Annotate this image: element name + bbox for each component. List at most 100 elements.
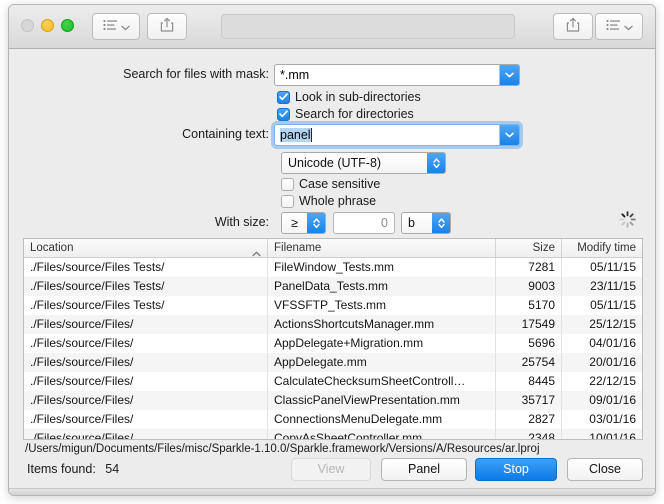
column-header-location[interactable]: Location	[24, 239, 268, 257]
search-for-directories-checkbox[interactable]	[277, 107, 290, 121]
cell-filename: AppDelegate+Migration.mm	[268, 334, 496, 353]
table-body: ./Files/source/Files Tests/FileWindow_Te…	[24, 258, 642, 440]
panel-button[interactable]: Panel	[381, 458, 467, 481]
table-row[interactable]: ./Files/source/Files/ConnectionsMenuDele…	[24, 410, 642, 429]
cell-location: ./Files/source/Files/	[24, 315, 268, 334]
cell-location: ./Files/source/Files Tests/	[24, 258, 268, 277]
case-sensitive-checkbox[interactable]	[281, 177, 294, 191]
cell-modify-time: 25/12/15	[589, 317, 636, 331]
table-row[interactable]: ./Files/source/Files Tests/PanelData_Tes…	[24, 277, 642, 296]
mask-dropdown-button[interactable]	[499, 65, 519, 85]
table-header-row: Location Filename Size Modify time	[24, 239, 642, 258]
containing-text-selection: panel	[280, 128, 312, 142]
cell-filename: ConnectionsMenuDelegate.mm	[268, 410, 496, 429]
size-unit-stepper-arrows[interactable]	[432, 213, 450, 233]
column-header-location-label: Location	[30, 242, 74, 254]
cell-location: ./Files/source/Files/	[24, 410, 268, 429]
search-criteria-form: Search for files with mask: *.mm Look in…	[9, 49, 655, 239]
size-comparator-value: ≥	[291, 216, 298, 230]
toolbar-share-left-button[interactable]	[147, 13, 187, 40]
cell-size: 17549	[496, 315, 562, 334]
window-resize-grip[interactable]	[9, 488, 655, 495]
case-sensitive-label: Case sensitive	[299, 177, 381, 191]
size-comparator-stepper-arrows[interactable]	[307, 213, 325, 233]
containing-text-label: Containing text:	[182, 127, 269, 141]
chevron-up-down-icon	[312, 218, 320, 229]
stop-button[interactable]: Stop	[475, 458, 557, 481]
toolbar-search-field[interactable]	[221, 14, 515, 39]
cell-modify-time: 03/01/16	[589, 412, 636, 426]
look-in-subdirectories-checkbox[interactable]	[277, 90, 290, 104]
table-row[interactable]: ./Files/source/Files/AppDelegate+Migrati…	[24, 334, 642, 353]
cell-filename: VFSSFTP_Tests.mm	[268, 296, 496, 315]
cell-modify-time: 05/11/15	[590, 260, 636, 274]
search-results-table[interactable]: Location Filename Size Modify time ./Fil…	[23, 238, 643, 440]
chevron-down-icon	[505, 132, 514, 138]
cell-size: 35717	[496, 391, 562, 410]
whole-phrase-checkbox[interactable]	[281, 194, 294, 208]
cell-size: 7281	[496, 258, 562, 277]
cell-filename: FileWindow_Tests.mm	[268, 258, 496, 277]
cell-location: ./Files/source/Files Tests/	[24, 277, 268, 296]
close-window-button[interactable]	[21, 19, 34, 32]
containing-text-value[interactable]: panel	[275, 125, 499, 145]
view-button[interactable]: View	[291, 458, 371, 481]
chevron-down-icon	[623, 18, 633, 36]
encoding-stepper-arrows[interactable]	[427, 153, 445, 173]
progress-spinner	[618, 210, 637, 229]
minimize-window-button[interactable]	[41, 19, 54, 32]
mask-value[interactable]: *.mm	[275, 65, 499, 85]
size-comparator-popup-button[interactable]: ≥	[281, 212, 326, 234]
cell-modify-time: 09/01/16	[589, 393, 636, 407]
column-header-filename[interactable]: Filename	[268, 239, 496, 257]
table-row[interactable]: ./Files/source/Files/ClassicPanelViewPre…	[24, 391, 642, 410]
cell-size: 5696	[496, 334, 562, 353]
checkmark-icon	[279, 93, 288, 101]
column-header-modify-time[interactable]: Modify time	[562, 239, 642, 257]
cell-size: 5170	[496, 296, 562, 315]
share-icon	[566, 17, 580, 37]
toolbar-view-options-right-button[interactable]	[595, 13, 643, 40]
table-row[interactable]: ./Files/source/Files/AppDelegate.mm 25754…	[24, 353, 642, 372]
cell-filename: PanelData_Tests.mm	[268, 277, 496, 296]
containing-text-dropdown-button[interactable]	[499, 125, 519, 145]
table-row[interactable]: ./Files/source/Files/CalculateChecksumSh…	[24, 372, 642, 391]
cell-size: 8445	[496, 372, 562, 391]
table-row[interactable]: ./Files/source/Files/ActionsShortcutsMan…	[24, 315, 642, 334]
cell-modify-time: 05/11/15	[590, 298, 636, 312]
close-button[interactable]: Close	[567, 458, 643, 481]
search-for-directories-checkbox-row[interactable]: Search for directories	[277, 107, 414, 121]
chevron-down-icon	[120, 18, 130, 36]
toolbar-view-options-left-button[interactable]	[92, 13, 140, 40]
toolbar-share-right-button[interactable]	[553, 13, 593, 40]
list-view-icon	[605, 18, 621, 36]
cell-modify-time: 22/12/15	[589, 374, 636, 388]
table-row[interactable]: ./Files/source/Files Tests/FileWindow_Te…	[24, 258, 642, 277]
find-files-window: Search for files with mask: *.mm Look in…	[8, 4, 656, 496]
items-found-label: Items found:	[27, 462, 96, 476]
mask-combobox[interactable]: *.mm	[274, 64, 520, 86]
case-sensitive-checkbox-row[interactable]: Case sensitive	[281, 177, 380, 191]
cell-modify-time: 10/01/16	[589, 431, 636, 440]
cell-modify-time: 04/01/16	[589, 336, 636, 350]
whole-phrase-checkbox-row[interactable]: Whole phrase	[281, 194, 376, 208]
table-row[interactable]: ./Files/source/Files/CopyAsSheetControll…	[24, 429, 642, 440]
cell-modify-time: 23/11/15	[590, 279, 636, 293]
size-value-input[interactable]: 0	[333, 212, 395, 234]
table-row[interactable]: ./Files/source/Files Tests/VFSSFTP_Tests…	[24, 296, 642, 315]
zoom-window-button[interactable]	[61, 19, 74, 32]
list-view-icon	[102, 18, 118, 36]
containing-text-combobox[interactable]: panel	[274, 124, 520, 146]
column-header-size[interactable]: Size	[496, 239, 562, 257]
encoding-popup-button[interactable]: Unicode (UTF-8)	[281, 152, 446, 174]
items-found-count: 54	[105, 462, 120, 476]
cell-location: ./Files/source/Files/	[24, 334, 268, 353]
chevron-down-icon	[505, 72, 514, 78]
cell-location: ./Files/source/Files/	[24, 429, 268, 439]
size-unit-popup-button[interactable]: b	[401, 212, 451, 234]
look-in-subdirectories-checkbox-row[interactable]: Look in sub-directories	[277, 90, 421, 104]
cell-filename: CopyAsSheetController.mm	[268, 429, 496, 439]
checkmark-icon	[279, 110, 288, 118]
cell-modify-time: 20/01/16	[589, 355, 636, 369]
cell-location: ./Files/source/Files Tests/	[24, 296, 268, 315]
